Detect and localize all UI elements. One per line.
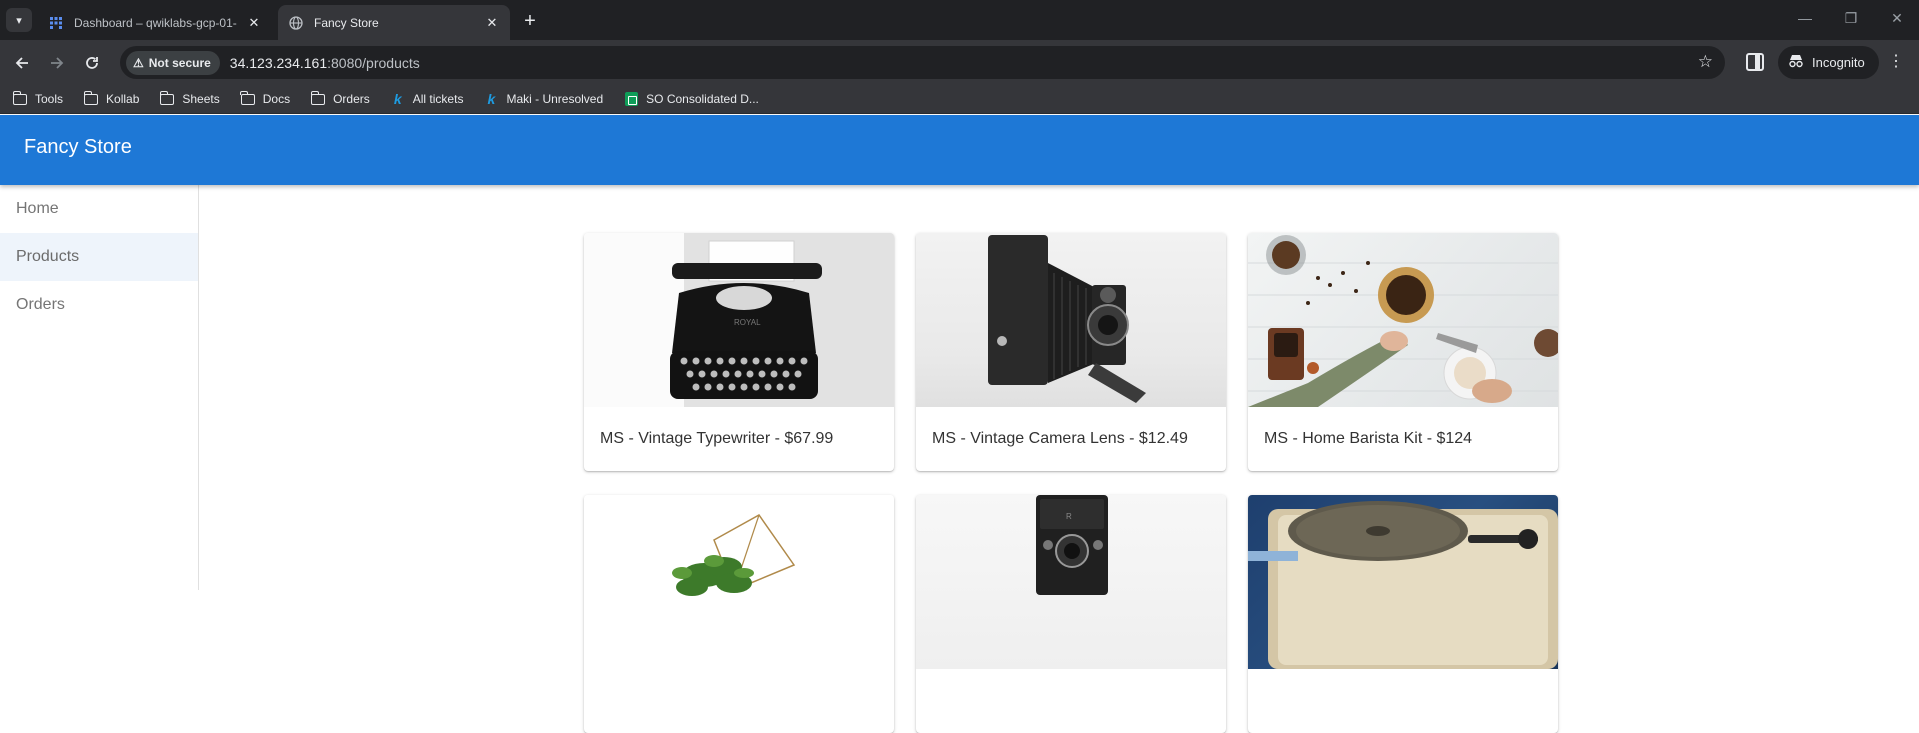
product-label: MS - Vintage Camera Lens - $12.49 [932, 430, 1188, 447]
bookmark-kollab[interactable]: Kollab [83, 90, 139, 107]
k-icon: k [393, 91, 402, 107]
tab-fancy-store[interactable]: Fancy Store ✕ [278, 5, 510, 40]
tab-title: Fancy Store [314, 15, 379, 30]
nav-item-home[interactable]: Home [0, 185, 198, 233]
not-secure-chip[interactable]: ⚠ Not secure [126, 50, 220, 75]
product-card[interactable]: ROYAL MS - Vintage Typewriter - $67.99 [584, 233, 894, 471]
close-window-icon[interactable]: ✕ [1887, 10, 1907, 27]
side-nav: Home Products Orders [0, 185, 199, 590]
bookmark-all-tickets[interactable]: k All tickets [390, 91, 464, 107]
qwiklabs-favicon-icon [48, 15, 64, 31]
product-card[interactable]: R [916, 495, 1226, 733]
back-arrow-icon[interactable] [10, 51, 34, 75]
warning-triangle-icon: ⚠ [133, 55, 144, 70]
browser-toolbar: ⚠ Not secure 34.123.234.161:8080/product… [0, 40, 1919, 85]
typewriter-image: ROYAL [584, 233, 894, 407]
nav-item-products[interactable]: Products [0, 233, 198, 281]
folder-icon [240, 90, 256, 107]
new-tab-plus-icon[interactable]: + [518, 9, 542, 33]
product-label [584, 669, 894, 733]
url-text: 34.123.234.161:8080/products [229, 54, 420, 71]
folder-icon [12, 90, 28, 107]
folder-icon [83, 90, 99, 107]
bookmark-orders[interactable]: Orders [310, 90, 370, 107]
record-player-image [1248, 495, 1558, 669]
bookmarks-bar: Tools Kollab Sheets Docs Orders k All tic… [0, 85, 1919, 114]
bookmark-so-consolidated[interactable]: SO Consolidated D... [623, 91, 759, 107]
bookmark-maki-unresolved[interactable]: k Maki - Unresolved [483, 91, 604, 107]
product-label [1248, 669, 1558, 733]
product-label: MS - Home Barista Kit - $124 [1264, 430, 1473, 447]
reload-icon[interactable] [80, 51, 104, 75]
svg-text:R: R [1066, 512, 1072, 521]
bookmark-docs[interactable]: Docs [240, 90, 290, 107]
terrarium-image [584, 495, 894, 669]
tab-title: Dashboard – qwiklabs-gcp-01- [74, 15, 237, 30]
twin-lens-camera-image: R [916, 495, 1226, 669]
close-tab-icon[interactable]: ✕ [484, 15, 500, 31]
incognito-label: Incognito [1812, 55, 1865, 70]
tab-dashboard[interactable]: Dashboard – qwiklabs-gcp-01- ✕ [38, 5, 272, 40]
product-label: MS - Vintage Typewriter - $67.99 [600, 430, 834, 447]
bookmark-tools[interactable]: Tools [12, 90, 63, 107]
k-icon: k [487, 91, 496, 107]
folder-icon [159, 90, 175, 107]
close-tab-icon[interactable]: ✕ [246, 15, 262, 31]
product-card[interactable]: MS - Vintage Camera Lens - $12.49 [916, 233, 1226, 471]
sheets-icon [623, 91, 639, 107]
tab-strip: ▾ Dashboard – qwiklabs-gcp-01- ✕ Fancy S… [0, 0, 1919, 40]
address-bar[interactable]: ⚠ Not secure 34.123.234.161:8080/product… [120, 46, 1725, 79]
page-content: Fancy Store Home Products Orders ROYAL M… [0, 115, 1919, 733]
more-menu-icon[interactable]: ⋮ [1888, 51, 1904, 71]
app-bar: Fancy Store [0, 115, 1919, 185]
incognito-icon [1788, 54, 1804, 71]
tab-search-button[interactable]: ▾ [6, 8, 32, 32]
security-label: Not secure [148, 55, 211, 70]
svg-text:ROYAL: ROYAL [734, 318, 761, 327]
globe-icon [288, 15, 304, 31]
product-label [916, 669, 1226, 733]
chevron-down-icon: ▾ [16, 14, 22, 27]
coffee-image [1248, 233, 1558, 407]
product-card[interactable] [1248, 495, 1558, 733]
bookmark-star-icon[interactable]: ☆ [1698, 52, 1713, 72]
nav-item-orders[interactable]: Orders [0, 281, 198, 329]
camera-image [916, 233, 1226, 407]
product-card[interactable]: MS - Home Barista Kit - $124 [1248, 233, 1558, 471]
side-panel-icon[interactable] [1746, 53, 1764, 71]
restore-icon[interactable]: ❐ [1841, 10, 1861, 27]
forward-arrow-icon[interactable] [45, 51, 69, 75]
product-card[interactable] [584, 495, 894, 733]
folder-icon [310, 90, 326, 107]
bookmark-sheets[interactable]: Sheets [159, 90, 220, 107]
incognito-chip[interactable]: Incognito [1778, 46, 1879, 79]
minimize-icon[interactable]: — [1795, 10, 1815, 26]
app-title: Fancy Store [24, 136, 132, 158]
